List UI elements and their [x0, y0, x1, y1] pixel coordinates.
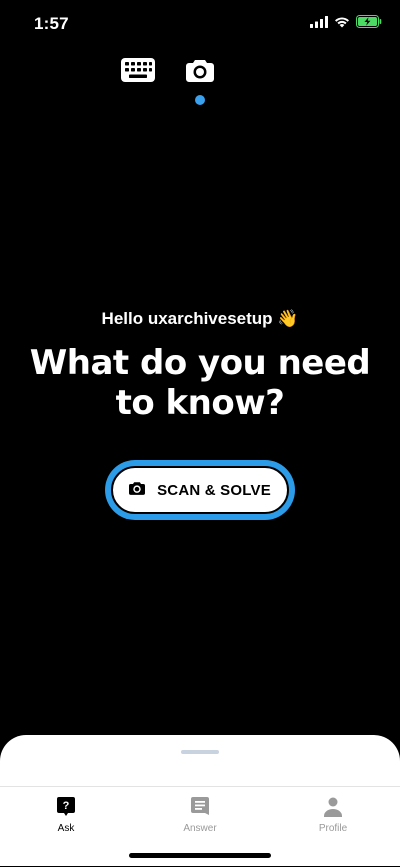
page-title: What do you need to know?	[29, 343, 371, 423]
camera-mode-button[interactable]	[180, 55, 220, 89]
bottom-sheet: ? Ask Answer Profile	[0, 735, 400, 866]
status-icons	[310, 15, 382, 33]
tab-label: Profile	[318, 823, 348, 834]
tab-ask[interactable]: ? Ask	[26, 797, 106, 834]
keyboard-mode-button[interactable]	[118, 55, 158, 89]
sheet-drag-handle[interactable]	[181, 750, 219, 754]
battery-charging-icon	[356, 15, 382, 33]
tab-label: Ask	[57, 823, 75, 834]
signal-icon	[310, 15, 328, 33]
person-icon	[323, 797, 343, 817]
camera-icon	[186, 58, 214, 87]
tab-answer[interactable]: Answer	[160, 797, 240, 834]
scan-and-solve-button[interactable]: SCAN & SOLVE	[111, 466, 289, 514]
answer-doc-icon	[190, 797, 210, 817]
keyboard-icon	[121, 57, 155, 87]
active-mode-indicator	[195, 95, 205, 105]
input-mode-switcher	[0, 55, 400, 115]
tab-profile[interactable]: Profile	[293, 797, 373, 834]
scan-button-ring: SCAN & SOLVE	[105, 460, 295, 520]
svg-text:?: ?	[63, 800, 70, 812]
status-time: 1:57	[34, 14, 69, 33]
question-bubble-icon: ?	[56, 797, 76, 817]
home-indicator	[129, 853, 271, 858]
camera-icon	[129, 481, 146, 499]
scan-button-label: SCAN & SOLVE	[157, 481, 271, 499]
tab-label: Answer	[183, 823, 217, 834]
wifi-icon	[334, 15, 350, 33]
status-bar: 1:57	[0, 0, 400, 48]
greeting-text: Hello uxarchivesetup 👋	[101, 309, 299, 328]
